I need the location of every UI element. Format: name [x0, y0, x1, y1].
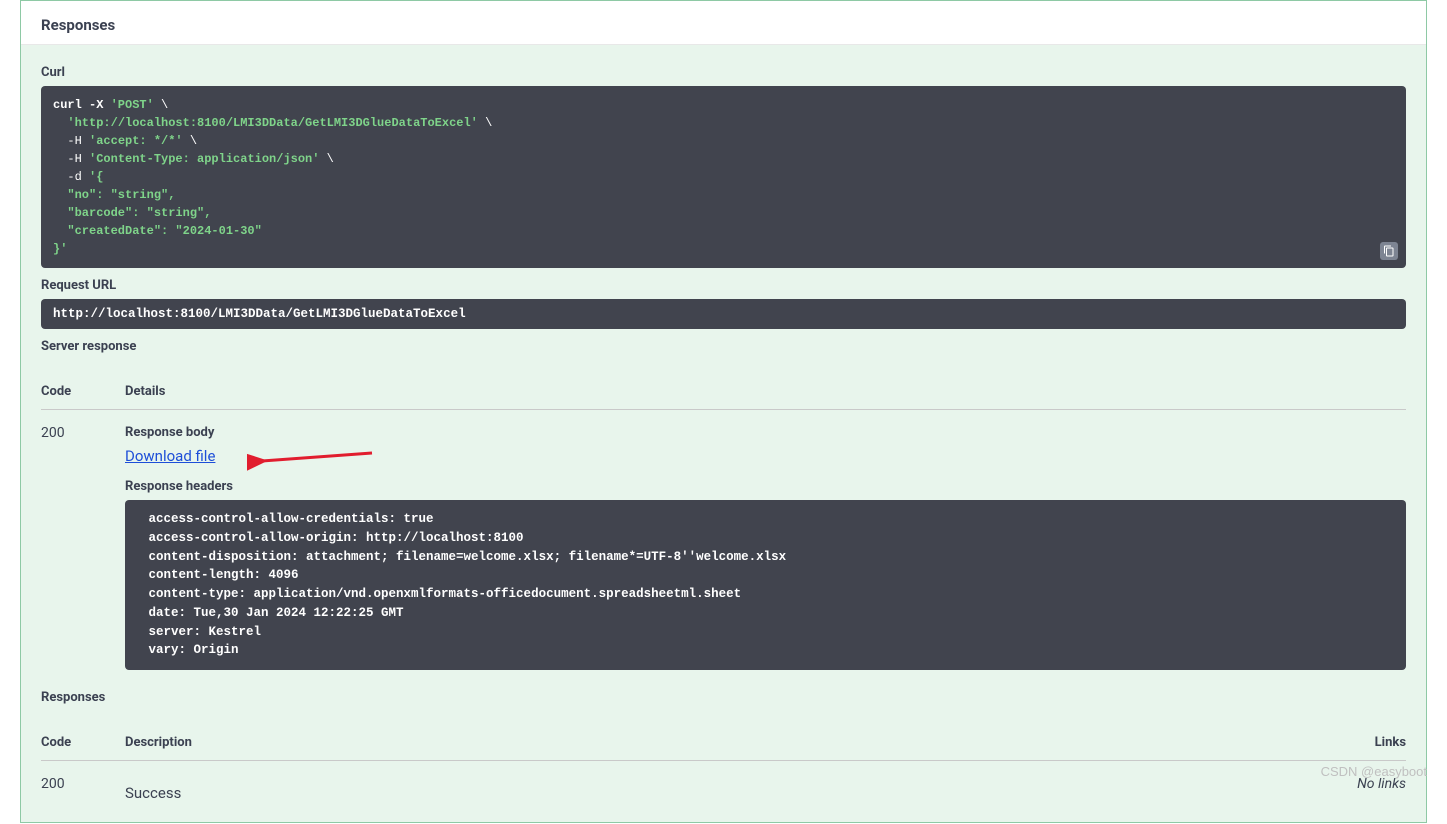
annotation-arrow-icon [247, 443, 377, 473]
responses-list-row: 200 Success No links [41, 761, 1406, 802]
responses-content: Curl curl -X 'POST' \ 'http://localhost:… [21, 45, 1426, 822]
response-details: Response body Download file Response hea… [125, 425, 1406, 670]
response-headers-block: access-control-allow-credentials: true a… [125, 500, 1406, 670]
column-header-code: Code [41, 384, 125, 399]
server-response-header-row: Code Details [41, 374, 1406, 410]
column-header-details: Details [125, 384, 1406, 399]
server-response-row: 200 Response body Download file Response… [41, 410, 1406, 670]
success-text: Success [125, 776, 1336, 802]
request-url-label: Request URL [41, 278, 1406, 293]
curl-label: Curl [41, 65, 1406, 80]
curl-method: 'POST' [111, 98, 154, 112]
download-file-link[interactable]: Download file [125, 447, 215, 465]
column-header-code: Code [41, 735, 125, 750]
responses-header-bar: Responses [21, 1, 1426, 45]
response-description: Success [125, 776, 1336, 802]
response-body-label: Response body [125, 425, 1406, 440]
request-url-value: http://localhost:8100/LMI3DData/GetLMI3D… [41, 299, 1406, 329]
server-response-label: Server response [41, 339, 1406, 354]
curl-url: 'http://localhost:8100/LMI3DData/GetLMI3… [67, 116, 477, 130]
column-header-description: Description [125, 735, 1346, 750]
responses-title: Responses [41, 16, 1406, 34]
response-headers-label: Response headers [125, 479, 1406, 494]
responses-list-section: Responses Code Description Links 200 Suc… [41, 690, 1406, 802]
swagger-responses-panel: Responses Curl curl -X 'POST' \ 'http://… [20, 0, 1427, 823]
responses-list-label: Responses [41, 690, 1406, 705]
responses-list-header-row: Code Description Links [41, 725, 1406, 761]
curl-block: curl -X 'POST' \ 'http://localhost:8100/… [41, 86, 1406, 268]
status-code: 200 [41, 425, 125, 441]
column-header-links: Links [1346, 735, 1406, 750]
status-code: 200 [41, 776, 125, 792]
copy-icon[interactable] [1380, 242, 1398, 260]
curl-cmd: curl -X [53, 98, 111, 112]
curl-header-accept: 'accept: */*' [89, 134, 183, 148]
curl-header-content-type: 'Content-Type: application/json' [89, 152, 319, 166]
watermark: CSDN @easyboot [1321, 764, 1427, 779]
